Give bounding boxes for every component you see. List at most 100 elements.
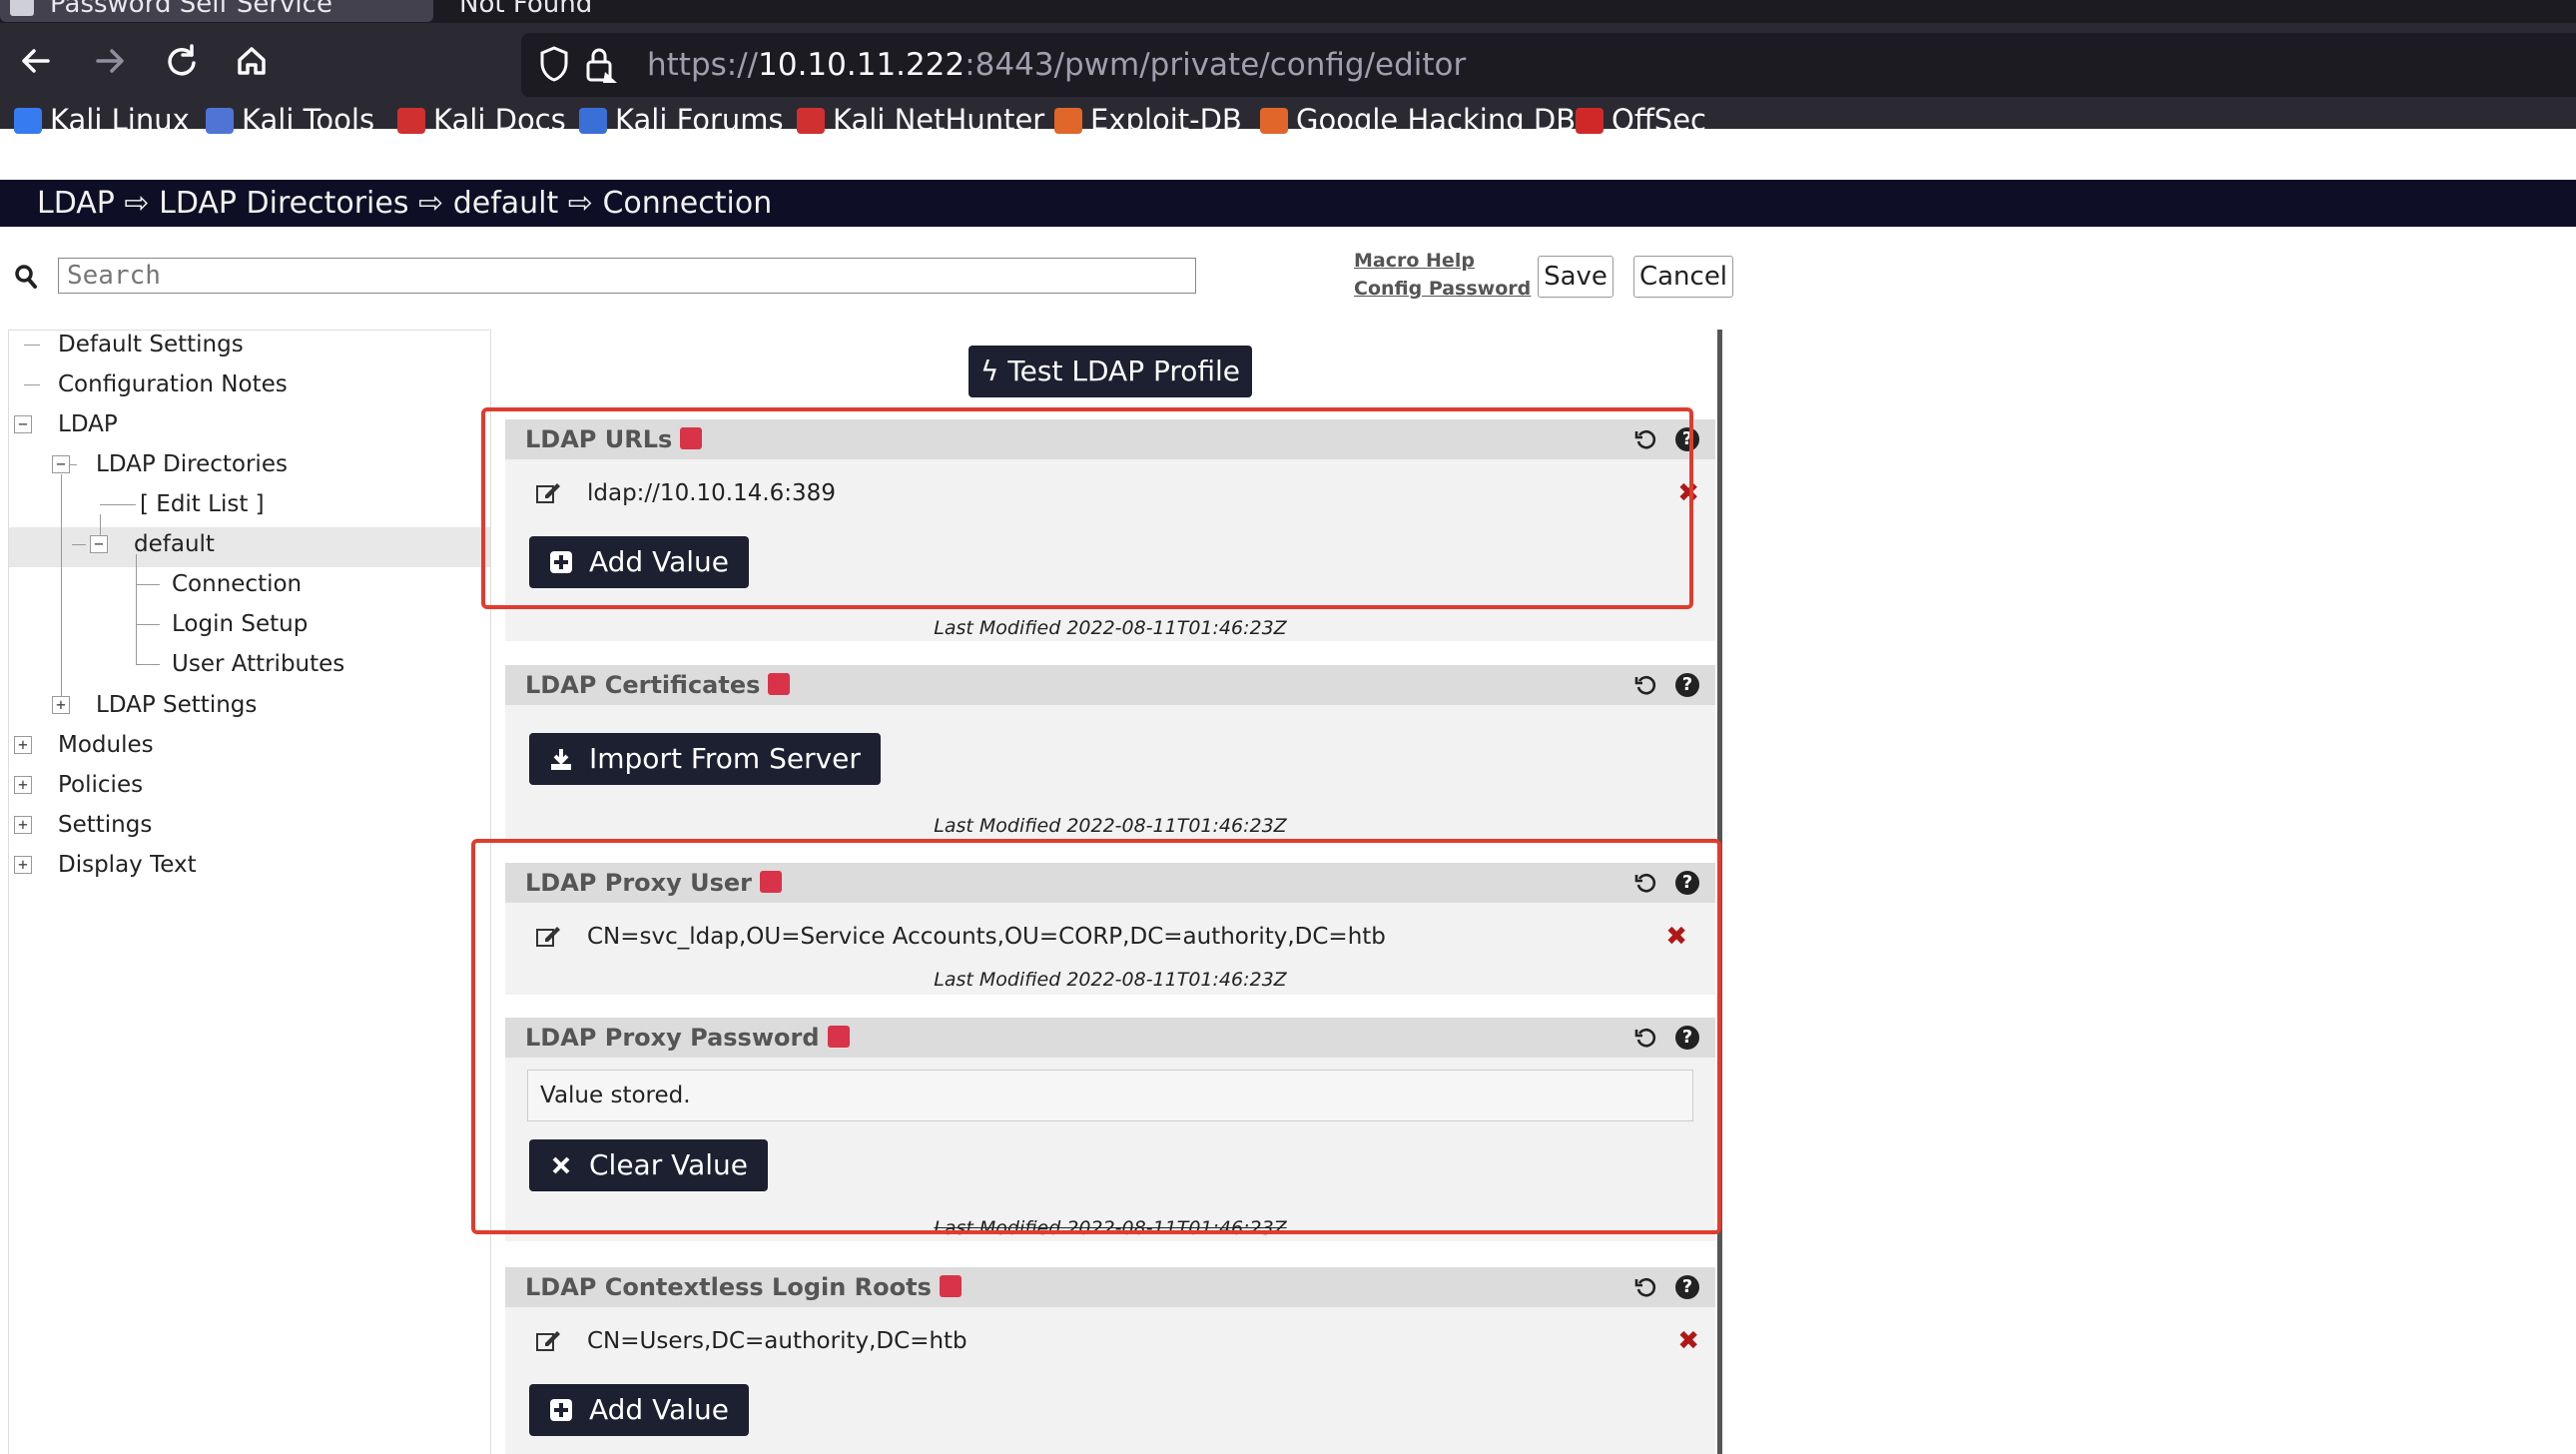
ldap-collapse-toggle[interactable]: −: [14, 415, 32, 433]
tree-item-default-settings[interactable]: Default Settings: [58, 325, 244, 364]
breadcrumb-text: LDAP ⇨ LDAP Directories ⇨ default ⇨ Conn…: [37, 186, 773, 221]
back-arrow-icon[interactable]: [8, 33, 64, 89]
setting-title: LDAP Proxy Password: [525, 1018, 850, 1058]
tree-item-login-setup[interactable]: Login Setup: [172, 604, 308, 644]
add-value-button[interactable]: Add Value: [529, 1384, 749, 1436]
x-icon: [552, 1156, 570, 1174]
help-icon[interactable]: ?: [1675, 1275, 1699, 1299]
bookmark-exploit-db[interactable]: Exploit-DB: [1050, 100, 1242, 140]
reset-icon[interactable]: [1633, 673, 1657, 697]
remove-value-icon[interactable]: ✖: [1665, 921, 1687, 953]
bookmark-kali-docs[interactable]: Kali Docs: [393, 100, 566, 140]
content-scrollbar[interactable]: [1717, 330, 1722, 1454]
ldap-settings-expand-toggle[interactable]: +: [52, 696, 70, 714]
tab-label: Not Found: [459, 0, 593, 19]
download-icon: [551, 749, 571, 770]
tree-item-ldap-directories[interactable]: LDAP Directories: [96, 444, 288, 484]
last-modified-text: Last Modified 2022-08-11T01:46:23Z: [934, 815, 1287, 837]
ldap-url-value[interactable]: ldap://10.10.14.6:389: [587, 473, 836, 513]
remove-value-icon[interactable]: ✖: [1677, 477, 1699, 509]
help-icon[interactable]: ?: [1675, 1026, 1699, 1050]
edit-icon[interactable]: [535, 1329, 561, 1353]
ghdb-icon: [1260, 108, 1288, 134]
proxy-user-value[interactable]: CN=svc_ldap,OU=Service Accounts,OU=CORP,…: [587, 917, 1386, 957]
tree-item-configuration-notes[interactable]: Configuration Notes: [58, 364, 288, 404]
policies-expand-toggle[interactable]: +: [14, 776, 32, 794]
edit-icon[interactable]: [535, 925, 561, 949]
bookmark-kali-nethunter[interactable]: Kali NetHunter: [793, 100, 1044, 140]
setting-header: LDAP Proxy User ?: [505, 863, 1715, 903]
display-text-expand-toggle[interactable]: +: [14, 856, 32, 874]
reset-icon[interactable]: [1633, 427, 1657, 451]
tree-item-ldap-settings[interactable]: LDAP Settings: [96, 685, 257, 725]
setting-title: LDAP Proxy User: [525, 863, 783, 903]
home-icon[interactable]: [224, 33, 280, 89]
config-password-link[interactable]: Config Password: [1354, 278, 1531, 300]
tree-item-edit-list[interactable]: [ Edit List ]: [140, 484, 265, 524]
setting-ldap-proxy-password: LDAP Proxy Password ? Value stored. Clea…: [505, 1018, 1715, 1241]
ldap-directories-collapse-toggle[interactable]: −: [52, 455, 70, 473]
bookmarks-toolbar: Kali Linux Kali Tools Kali Docs Kali For…: [0, 98, 2576, 144]
setting-ldap-contextless-login-roots: LDAP Contextless Login Roots ? CN=Users,…: [505, 1267, 1715, 1454]
tree-item-settings[interactable]: Settings: [58, 805, 152, 845]
setting-header: LDAP Proxy Password ?: [505, 1018, 1715, 1058]
modified-flag-icon: [827, 1026, 850, 1048]
last-modified-text: Last Modified 2022-08-11T01:46:23Z: [934, 969, 1287, 991]
tree-selection-highlight: [9, 527, 490, 567]
edit-icon[interactable]: [535, 481, 561, 505]
reset-icon[interactable]: [1633, 1026, 1657, 1050]
url-text: https://10.10.11.222:8443/pwm/private/co…: [647, 47, 1467, 83]
bookmark-kali-linux[interactable]: Kali Linux: [10, 100, 190, 140]
last-modified-text: Last Modified 2022-08-11T01:46:23Z: [934, 617, 1287, 639]
setting-title: LDAP URLs: [525, 419, 703, 459]
bookmark-kali-tools[interactable]: Kali Tools: [202, 100, 374, 140]
tab-label: Password Self Service: [50, 0, 332, 19]
test-ldap-profile-button[interactable]: ϟ Test LDAP Profile: [968, 346, 1252, 397]
last-modified-text: Last Modified 2022-08-11T01:46:23Z: [934, 1217, 1287, 1239]
exploit-db-icon: [1054, 108, 1082, 134]
lock-warning-icon[interactable]: [583, 45, 619, 85]
setting-header: LDAP Certificates ?: [505, 665, 1715, 705]
add-value-button[interactable]: Add Value: [529, 536, 749, 588]
reset-icon[interactable]: [1633, 871, 1657, 895]
forward-arrow-icon[interactable]: [82, 33, 138, 89]
tracking-shield-icon[interactable]: [539, 45, 569, 83]
tree-item-default[interactable]: default: [134, 524, 215, 564]
reset-icon[interactable]: [1633, 1275, 1657, 1299]
setting-title: LDAP Certificates: [525, 665, 791, 705]
save-button[interactable]: Save: [1538, 256, 1613, 298]
tab-password-self-service[interactable]: Password Self Service: [0, 0, 433, 22]
help-icon[interactable]: ?: [1675, 673, 1699, 697]
remove-value-icon[interactable]: ✖: [1677, 1325, 1699, 1357]
bookmark-offsec[interactable]: OffSec: [1572, 100, 1706, 140]
reload-icon[interactable]: [154, 33, 210, 89]
help-icon[interactable]: ?: [1675, 427, 1699, 451]
modules-expand-toggle[interactable]: +: [14, 736, 32, 754]
default-collapse-toggle[interactable]: −: [90, 535, 108, 553]
url-bar[interactable]: https://10.10.11.222:8443/pwm/private/co…: [521, 33, 2576, 97]
offsec-icon: [1576, 108, 1604, 134]
import-from-server-button[interactable]: Import From Server: [529, 733, 881, 785]
bookmark-google-hacking-db[interactable]: Google Hacking DB: [1256, 100, 1576, 140]
tree-item-user-attributes[interactable]: User Attributes: [172, 644, 344, 684]
value-row: ldap://10.10.14.6:389 ✖: [505, 473, 1715, 513]
tree-item-modules[interactable]: Modules: [58, 725, 154, 765]
login-root-value[interactable]: CN=Users,DC=authority,DC=htb: [587, 1321, 967, 1361]
tab-not-found[interactable]: Not Found: [439, 0, 939, 22]
tree-item-connection[interactable]: Connection: [172, 564, 302, 604]
tree-item-ldap[interactable]: LDAP: [58, 404, 118, 444]
setting-title: LDAP Contextless Login Roots: [525, 1267, 962, 1307]
tree-item-display-text[interactable]: Display Text: [58, 845, 197, 885]
clear-value-button[interactable]: Clear Value: [529, 1139, 769, 1191]
search-input[interactable]: [58, 258, 1196, 294]
cancel-button[interactable]: Cancel: [1633, 256, 1733, 298]
tree-item-policies[interactable]: Policies: [58, 765, 143, 805]
help-icon[interactable]: ?: [1675, 871, 1699, 895]
macro-help-link[interactable]: Macro Help: [1354, 250, 1475, 272]
bookmark-kali-forums[interactable]: Kali Forums: [575, 100, 784, 140]
settings-expand-toggle[interactable]: +: [14, 816, 32, 834]
setting-ldap-certificates: LDAP Certificates ? Import From Server L…: [505, 665, 1715, 841]
value-row: CN=svc_ldap,OU=Service Accounts,OU=CORP,…: [505, 917, 1715, 957]
modified-flag-icon: [760, 871, 783, 893]
setting-header: LDAP Contextless Login Roots ?: [505, 1267, 1715, 1307]
